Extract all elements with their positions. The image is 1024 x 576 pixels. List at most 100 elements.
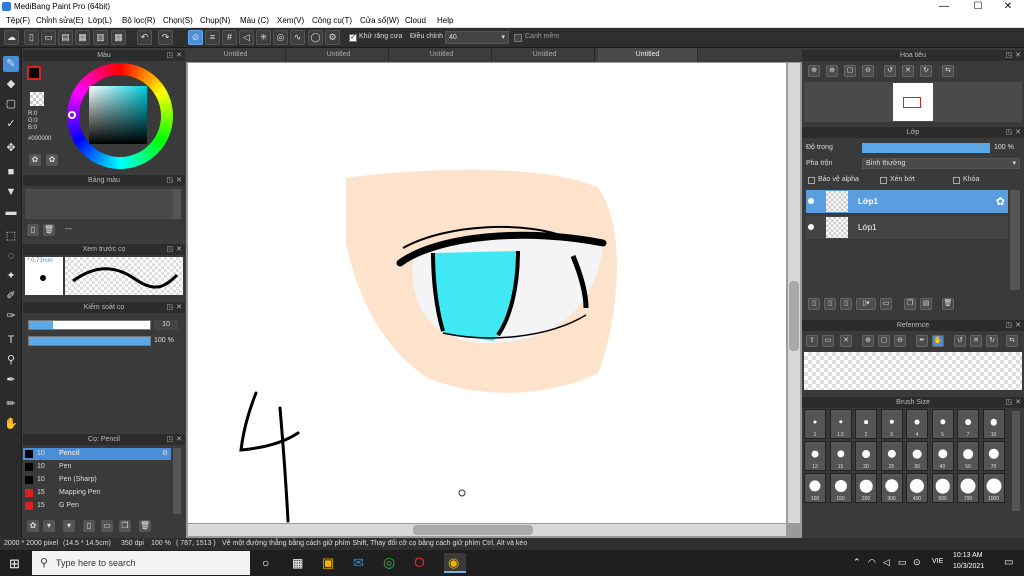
rect-tool-icon[interactable]: ▢ [3,96,19,112]
delete-brush-icon[interactable]: 🗑 [139,520,151,532]
wifi-icon[interactable]: ◠ [868,557,876,568]
horizontal-scroll-thumb[interactable] [413,525,533,535]
close-icon[interactable]: ✕ [176,175,182,186]
delete-layer-icon[interactable]: 🗑 [942,298,954,310]
folder-icon[interactable]: ▭ [101,520,113,532]
brush-item-pencil[interactable]: 10 Pencil ⚙ [23,448,171,460]
layer-row[interactable]: Lớp1 [806,216,1008,239]
brush-size-scrollbar[interactable] [1012,411,1020,511]
menu-layer[interactable]: Lớp(L) [88,16,112,25]
eyedropper-icon[interactable]: ✒ [916,335,928,347]
brush-size-cell[interactable]: 5 [931,409,954,439]
palette-wheel-icon[interactable]: ✿ [29,154,41,166]
grid-snap-icon[interactable]: # [222,30,237,45]
palette-area[interactable] [25,189,173,219]
chevron-up-icon[interactable]: ⌃ [853,557,861,568]
brush-size-cell[interactable]: 20 [855,441,877,471]
rotate-right-icon[interactable]: ↻ [986,335,998,347]
layer-opacity-slider[interactable] [862,143,990,153]
clear-icon[interactable]: ✕ [840,335,852,347]
rotate-left-icon[interactable]: ↺ [954,335,966,347]
copy-brush-icon[interactable]: ❐ [119,520,131,532]
brush-item-pen[interactable]: 10 Pen [23,461,171,473]
palette-scrollbar[interactable] [173,189,181,219]
brush-size-cell[interactable]: 150 [829,473,852,503]
menu-file[interactable]: Tệp(F) [6,16,30,25]
close-icon[interactable]: ✕ [176,50,182,61]
open-folder-icon[interactable]: ▭ [822,335,834,347]
fit-icon[interactable]: ▢ [878,335,890,347]
brush-size-cell[interactable]: 1 [804,409,826,439]
brush-size-cell[interactable]: 50 [957,441,979,471]
zoom-out-icon[interactable]: ⊖ [862,65,874,77]
merge-layer-icon[interactable]: ❐ [904,298,916,310]
medibang-taskbar-icon[interactable]: ◉ [444,553,466,573]
comment-icon[interactable]: ▭ [41,30,56,45]
grid-icon[interactable]: ▦ [111,30,126,45]
gradient-tool-icon[interactable]: ▬ [3,204,19,220]
adjust-select[interactable]: 40 ▾ [445,31,509,44]
brush-size-cell[interactable]: 2 [855,409,877,439]
no-snap-icon[interactable]: ⊘ [188,30,203,45]
reference-canvas[interactable] [804,352,1022,390]
layer-folder-icon[interactable]: ▭ [880,298,892,310]
brush-size-cell[interactable]: 500 [931,473,954,503]
brush-size-cell[interactable]: 30 [906,441,928,471]
new-layer-alt-icon[interactable]: ▯ [824,298,836,310]
bucket-tool-icon[interactable]: ▼ [3,184,19,200]
gear-icon[interactable]: ⚙ [162,448,168,460]
minimize-button[interactable]: — [928,0,960,14]
clock-time[interactable]: 10:13 AM [953,552,983,559]
curve-snap-icon[interactable]: ∿ [290,30,305,45]
close-icon[interactable]: ✕ [176,244,182,255]
brush-size-cell[interactable]: 3 [880,409,903,439]
eye-icon[interactable] [808,198,814,204]
menu-view[interactable]: Xem(V) [277,16,304,25]
fit-icon[interactable]: ▢ [844,65,856,77]
new-palette-icon[interactable]: ▯ [27,224,39,236]
copy-layer-icon[interactable]: ▯ [840,298,852,310]
select-pen-icon[interactable]: ✐ [3,288,19,304]
doc-tab-5[interactable]: Untitled [598,48,698,62]
close-icon[interactable]: ✕ [176,302,182,313]
speaker-icon[interactable]: ◁ [883,557,890,568]
rotate-right-icon[interactable]: ↻ [920,65,932,77]
size-slider[interactable] [28,320,151,330]
zoom-out-icon[interactable]: ⊖ [894,335,906,347]
menu-edit[interactable]: Chỉnh sửa(E) [36,16,84,25]
rotate-left-icon[interactable]: ↺ [884,65,896,77]
menu-window[interactable]: Cửa sổ(W) [360,16,399,25]
drawing-canvas[interactable]: 4 [188,63,786,523]
redo-icon[interactable]: ↷ [158,30,173,45]
brush-item-g-pen[interactable]: 15 G Pen [23,500,171,512]
menu-tools[interactable]: Công cụ(T) [312,16,352,25]
zoom-in-icon[interactable]: ⊕ [808,65,820,77]
parallel-snap-icon[interactable]: ≡ [205,30,220,45]
close-icon[interactable]: ✕ [176,434,182,445]
layer-scrollbar[interactable] [1010,190,1020,290]
brush-size-cell[interactable]: 700 [957,473,979,503]
brush-size-cell[interactable]: 1.5 [829,409,852,439]
close-icon[interactable]: ✕ [1015,320,1021,331]
cloud-brush-icon[interactable]: ✿ [27,520,39,532]
reset-rotate-icon[interactable]: ✕ [970,335,982,347]
brush-item-pen-sharp[interactable]: 10 Pen (Sharp) [23,474,171,486]
blend-select[interactable]: Bình thường ▾ [862,158,1020,169]
brush-size-cell[interactable]: 400 [906,473,928,503]
delete-palette-icon[interactable]: 🗑 [43,224,55,236]
add-brush-icon[interactable]: ▾ [43,520,55,532]
lock-checkbox[interactable] [953,177,960,184]
menu-filter[interactable]: Bộ lọc(R) [122,16,155,25]
foreground-color-swatch[interactable] [27,66,41,80]
menu-snap[interactable]: Chụp(N) [200,16,230,25]
hand-tool-icon[interactable]: ✋ [3,416,19,432]
taskbar-search-box[interactable]: ⚲ Type here to search [32,551,250,575]
close-icon[interactable]: ✕ [1015,50,1021,61]
eyedropper-icon[interactable]: ✒ [3,372,19,388]
select-eraser-icon[interactable]: ✑ [3,308,19,324]
radial-snap-icon[interactable]: ✳ [256,30,271,45]
opera-icon[interactable]: O [414,554,425,570]
settings-snap-icon[interactable]: ⚙ [325,30,340,45]
layers-icon[interactable]: ▦ [75,30,90,45]
brush-size-cell[interactable]: 7 [957,409,979,439]
